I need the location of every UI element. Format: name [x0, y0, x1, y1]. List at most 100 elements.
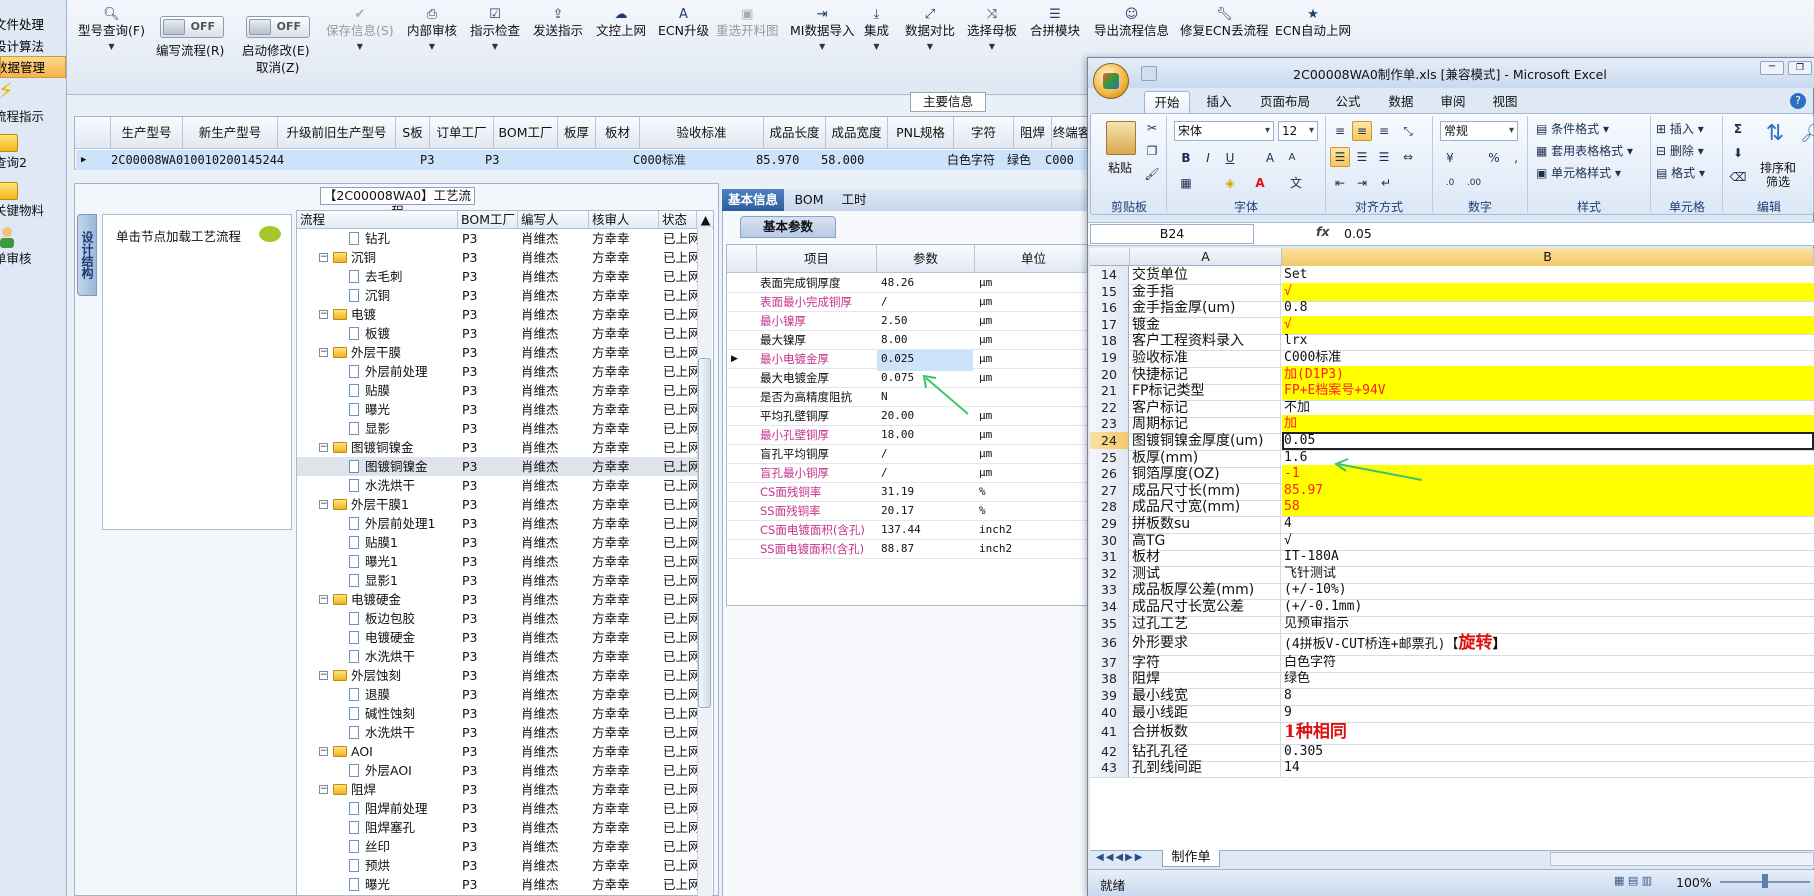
- tab-data[interactable]: 数据: [1380, 91, 1422, 113]
- cell-a[interactable]: 外形要求: [1130, 631, 1281, 656]
- nav-tool-flow[interactable]: 流程指示: [0, 106, 66, 125]
- nav-tool-query[interactable]: 查询2: [0, 152, 66, 171]
- params-row[interactable]: 最小孔壁铜厚 18.00 μm: [727, 426, 1093, 445]
- cell-a[interactable]: 周期标记: [1130, 415, 1281, 434]
- cell-b[interactable]: 1种相同: [1282, 720, 1814, 744]
- model-query-button[interactable]: 🔍︎ 型号查询(F) ▼: [78, 6, 145, 54]
- ecn-upgrade-button[interactable]: A ECN升级: [658, 6, 709, 40]
- wrap-text-icon[interactable]: ↵: [1376, 173, 1396, 193]
- row-header[interactable]: 19: [1090, 349, 1129, 367]
- param-value[interactable]: 8.00: [881, 331, 977, 349]
- mi-import-button[interactable]: ⇥ MI数据导入 ▼: [790, 6, 854, 54]
- cell-b[interactable]: IT-180A: [1282, 548, 1814, 566]
- params-row[interactable]: 平均孔壁铜厚 20.00 μm: [727, 407, 1093, 426]
- nav-item-file[interactable]: 文件处理: [0, 14, 66, 36]
- decrease-decimal-icon[interactable]: .00: [1464, 173, 1484, 193]
- tree-row[interactable]: 丝印 P3 肖维杰 方幸幸 已上网: [297, 837, 697, 856]
- align-right-icon[interactable]: ☰: [1374, 147, 1394, 167]
- align-top-icon[interactable]: ≡: [1330, 121, 1350, 141]
- find-icon[interactable]: 🔎︎: [1800, 121, 1814, 147]
- row-header[interactable]: 43: [1090, 759, 1129, 778]
- comma-icon[interactable]: ,: [1506, 148, 1526, 168]
- tree-row[interactable]: 显影1 P3 肖维杰 方幸幸 已上网: [297, 571, 697, 590]
- fill-icon[interactable]: ⬇: [1728, 143, 1748, 163]
- cell-b[interactable]: 0.05: [1282, 432, 1814, 450]
- cell-b[interactable]: Set: [1282, 266, 1814, 284]
- zoom-level[interactable]: 100%: [1676, 875, 1712, 890]
- select-mother-board-button[interactable]: ⤨ 选择母板 ▼: [967, 6, 1017, 54]
- cell-a[interactable]: 高TG: [1130, 531, 1281, 550]
- row-header[interactable]: 30: [1090, 531, 1129, 550]
- tree-row[interactable]: − 外层干膜 P3 肖维杰 方幸幸 已上网: [297, 343, 697, 362]
- cell-a[interactable]: 图镀铜镍金厚度(um): [1130, 432, 1281, 450]
- collapse-icon[interactable]: −: [319, 310, 328, 319]
- cell-b[interactable]: 58: [1282, 498, 1814, 517]
- tree-row[interactable]: 阻焊前处理 P3 肖维杰 方幸幸 已上网: [297, 799, 697, 818]
- cell-b[interactable]: 8: [1282, 687, 1814, 705]
- font-color-icon[interactable]: A: [1250, 173, 1270, 193]
- cell-a[interactable]: 验收标准: [1130, 349, 1281, 367]
- tab-basic-params[interactable]: 基本参数: [740, 216, 836, 238]
- params-header[interactable]: 参数: [877, 245, 975, 273]
- tree-row[interactable]: 预烘 P3 肖维杰 方幸幸 已上网: [297, 856, 697, 875]
- param-value[interactable]: 88.87: [881, 540, 977, 558]
- cell-a[interactable]: 板材: [1130, 548, 1281, 567]
- cell-a[interactable]: 过孔工艺: [1130, 614, 1281, 633]
- tab-basic-info[interactable]: 基本信息: [722, 189, 784, 211]
- clear-icon[interactable]: ⌫: [1728, 167, 1748, 187]
- nav-item-design[interactable]: 设计算法: [0, 36, 66, 58]
- collapse-icon[interactable]: −: [319, 348, 328, 357]
- tree-row[interactable]: − 电镀 P3 肖维杰 方幸幸 已上网: [297, 305, 697, 324]
- tree-row[interactable]: 水洗烘干 P3 肖维杰 方幸幸 已上网: [297, 723, 697, 742]
- nav-tool-material[interactable]: 关键物料: [0, 200, 66, 219]
- cell-b[interactable]: √: [1282, 532, 1814, 550]
- cell-a[interactable]: 客户工程资料录入: [1130, 332, 1281, 351]
- sort-filter-label[interactable]: 排序和 筛选: [1752, 161, 1804, 189]
- grid-header[interactable]: 板厚: [558, 117, 596, 149]
- cell-b[interactable]: (+/-0.1mm): [1282, 598, 1814, 616]
- params-row[interactable]: 盲孔平均铜厚 / μm: [727, 445, 1093, 464]
- param-value[interactable]: 137.44: [881, 521, 977, 539]
- tree-row[interactable]: 曝光 P3 肖维杰 方幸幸 已上网: [297, 400, 697, 419]
- row-header[interactable]: 41: [1090, 720, 1129, 745]
- cell-a[interactable]: 孔到线间距: [1130, 759, 1281, 778]
- grid-header[interactable]: PNL规格: [888, 117, 954, 149]
- cell-b[interactable]: 9: [1282, 704, 1814, 722]
- tree-header[interactable]: 编写人: [518, 211, 589, 229]
- cut-icon[interactable]: ✂: [1142, 118, 1162, 138]
- tree-row[interactable]: − 外层蚀刻 P3 肖维杰 方幸幸 已上网: [297, 666, 697, 685]
- cell-a[interactable]: 镀金: [1130, 315, 1281, 334]
- tree-row[interactable]: 退膜 P3 肖维杰 方幸幸 已上网: [297, 685, 697, 704]
- cell-b[interactable]: lrx: [1282, 332, 1814, 350]
- cell-a[interactable]: 成品尺寸长宽公差: [1130, 598, 1281, 616]
- merge-module-button[interactable]: ☰ 合拼模块: [1030, 6, 1080, 40]
- scroll-up-icon[interactable]: ▲: [697, 211, 713, 229]
- grid-header[interactable]: 升级前旧生产型号: [278, 117, 396, 149]
- params-row[interactable]: 是否为高精度阻抗 N: [727, 388, 1093, 407]
- tree-row[interactable]: 沉铜 P3 肖维杰 方幸幸 已上网: [297, 286, 697, 305]
- tab-hours[interactable]: 工时: [834, 189, 874, 211]
- tree-row[interactable]: 外层前处理 P3 肖维杰 方幸幸 已上网: [297, 362, 697, 381]
- cell-a[interactable]: 拼板数su: [1130, 515, 1281, 533]
- params-row[interactable]: 表面完成铜厚度 48.26 μm: [727, 274, 1093, 293]
- row-header[interactable]: 35: [1090, 614, 1129, 633]
- cell-a[interactable]: 测试: [1130, 564, 1281, 583]
- tree-row[interactable]: − AOI P3 肖维杰 方幸幸 已上网: [297, 742, 697, 761]
- save-icon[interactable]: [1141, 66, 1157, 81]
- row-header[interactable]: 31: [1090, 548, 1129, 567]
- paste-icon[interactable]: [1106, 121, 1136, 155]
- tree-row[interactable]: − 沉铜 P3 肖维杰 方幸幸 已上网: [297, 248, 697, 267]
- save-info-button[interactable]: ✔ 保存信息(S) ▼: [326, 6, 394, 54]
- collapse-icon[interactable]: −: [319, 747, 328, 756]
- cell-b[interactable]: 见预审指示: [1282, 615, 1814, 633]
- internal-review-button[interactable]: ⎙ 内部审核 ▼: [407, 6, 457, 54]
- increase-indent-icon[interactable]: ⇥: [1352, 173, 1372, 193]
- cell-b[interactable]: FP+E档案号+94V: [1282, 382, 1814, 401]
- tree-header[interactable]: 核审人: [589, 211, 659, 229]
- row-header[interactable]: 42: [1090, 742, 1129, 761]
- phonetic-icon[interactable]: 文: [1286, 173, 1306, 193]
- row-header[interactable]: 34: [1090, 598, 1129, 616]
- cell-b[interactable]: 4: [1282, 515, 1814, 533]
- shrink-font-button[interactable]: A: [1282, 148, 1302, 168]
- tree-row[interactable]: 去毛刺 P3 肖维杰 方幸幸 已上网: [297, 267, 697, 286]
